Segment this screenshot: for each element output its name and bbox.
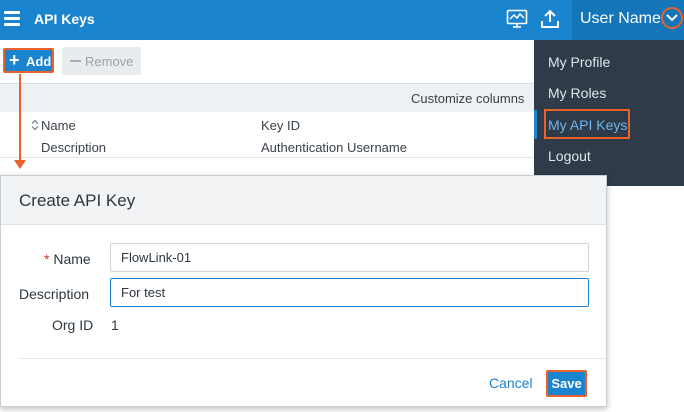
plus-icon: + — [9, 50, 20, 70]
name-field[interactable]: FlowLink-01 — [110, 243, 589, 272]
column-header-description[interactable]: Description — [41, 140, 106, 155]
menu-item-my-api-keys[interactable]: My API Keys — [548, 117, 627, 133]
name-label: * Name — [44, 251, 91, 267]
customize-columns-link[interactable]: Customize columns — [411, 91, 524, 106]
annotation-arrow-line — [19, 74, 21, 162]
annotation-arrow-head — [14, 160, 26, 169]
page-title: API Keys — [34, 11, 95, 27]
remove-button-label: Remove — [85, 54, 134, 69]
minus-icon — [70, 60, 81, 62]
top-bar: API Keys User Name — [0, 0, 684, 40]
user-name: User Name — [580, 10, 661, 27]
dialog-header: Create API Key — [1, 176, 606, 225]
description-label: Description — [19, 286, 90, 302]
page: API Keys User Name + Add Remove Customiz… — [0, 0, 684, 412]
column-header-auth-username[interactable]: Authentication Username — [261, 140, 407, 155]
org-id-value: 1 — [111, 317, 119, 333]
save-button[interactable]: Save — [546, 370, 587, 397]
sort-icon[interactable] — [31, 119, 39, 131]
org-id-label: Org ID — [52, 317, 94, 333]
hamburger-menu-icon[interactable] — [4, 11, 20, 26]
add-button[interactable]: + Add — [3, 48, 54, 73]
monitor-chart-icon[interactable] — [506, 9, 528, 29]
dialog-footer-divider — [19, 358, 606, 359]
user-menu-toggle[interactable]: User Name — [572, 0, 684, 40]
name-label-text: Name — [53, 251, 91, 267]
create-api-key-dialog: Create API Key * Name FlowLink-01 Descri… — [0, 175, 607, 407]
add-button-label: Add — [26, 54, 52, 69]
chevron-down-icon[interactable] — [661, 7, 683, 29]
menu-item-my-profile[interactable]: My Profile — [548, 54, 610, 70]
user-dropdown-menu: My Profile My Roles My API Keys Logout — [534, 40, 684, 186]
description-field[interactable]: For test — [110, 278, 589, 307]
remove-button[interactable]: Remove — [62, 47, 141, 75]
menu-active-indicator — [534, 110, 537, 139]
required-marker: * — [44, 251, 50, 267]
table-divider — [0, 157, 534, 158]
upload-icon[interactable] — [539, 9, 561, 29]
cancel-button[interactable]: Cancel — [489, 375, 533, 391]
dialog-title: Create API Key — [19, 191, 136, 210]
column-header-key-id[interactable]: Key ID — [261, 118, 300, 133]
column-header-name[interactable]: Name — [41, 118, 76, 133]
menu-item-logout[interactable]: Logout — [548, 148, 591, 164]
menu-item-my-roles[interactable]: My Roles — [548, 85, 606, 101]
